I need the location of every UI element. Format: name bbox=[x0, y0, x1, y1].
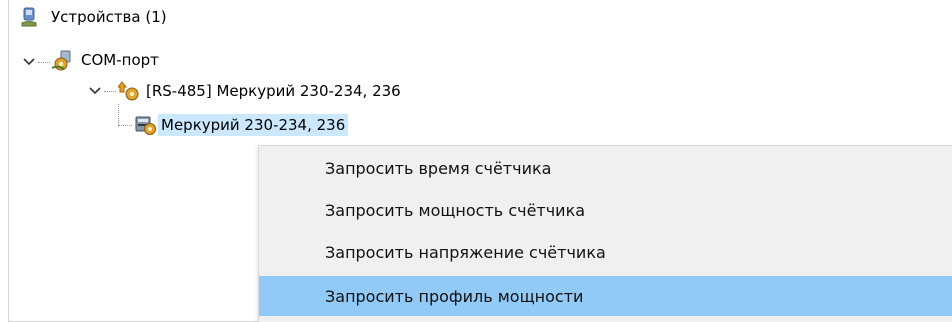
tree-node-rs485-bus[interactable]: [RS-485] Меркурий 230-234, 236 bbox=[118, 78, 404, 104]
tree-node-com-port-label: COM-порт bbox=[81, 51, 159, 69]
tree-connector bbox=[104, 91, 116, 92]
tree-node-devices-label: Устройства (1) bbox=[51, 8, 167, 26]
meter-icon bbox=[135, 116, 156, 135]
tree-connector bbox=[118, 125, 132, 126]
menu-item-request-voltage[interactable]: Запросить напряжение счётчика bbox=[259, 232, 952, 272]
tree-node-devices[interactable]: Устройства (1) bbox=[18, 4, 170, 30]
bus-device-icon bbox=[118, 81, 139, 101]
tree-node-meter[interactable]: Меркурий 230-234, 236 bbox=[134, 112, 349, 138]
devices-icon bbox=[21, 7, 37, 27]
menu-item-request-time[interactable]: Запросить время счётчика bbox=[259, 148, 952, 188]
chevron-down-icon[interactable] bbox=[22, 55, 36, 69]
tree-node-meter-label: Меркурий 230-234, 236 bbox=[158, 114, 349, 136]
com-port-icon bbox=[52, 50, 71, 71]
tree-node-rs485-bus-label: [RS-485] Меркурий 230-234, 236 bbox=[146, 82, 401, 100]
menu-item-request-power[interactable]: Запросить мощность счётчика bbox=[259, 190, 952, 230]
chevron-down-icon[interactable] bbox=[88, 84, 102, 98]
context-menu: Запросить время счётчика Запросить мощно… bbox=[258, 145, 952, 322]
tree-node-com-port[interactable]: COM-порт bbox=[52, 47, 162, 73]
tree-connector bbox=[118, 104, 119, 125]
menu-item-request-power-profile[interactable]: Запросить профиль мощности bbox=[259, 276, 952, 316]
tree-connector bbox=[38, 62, 50, 63]
